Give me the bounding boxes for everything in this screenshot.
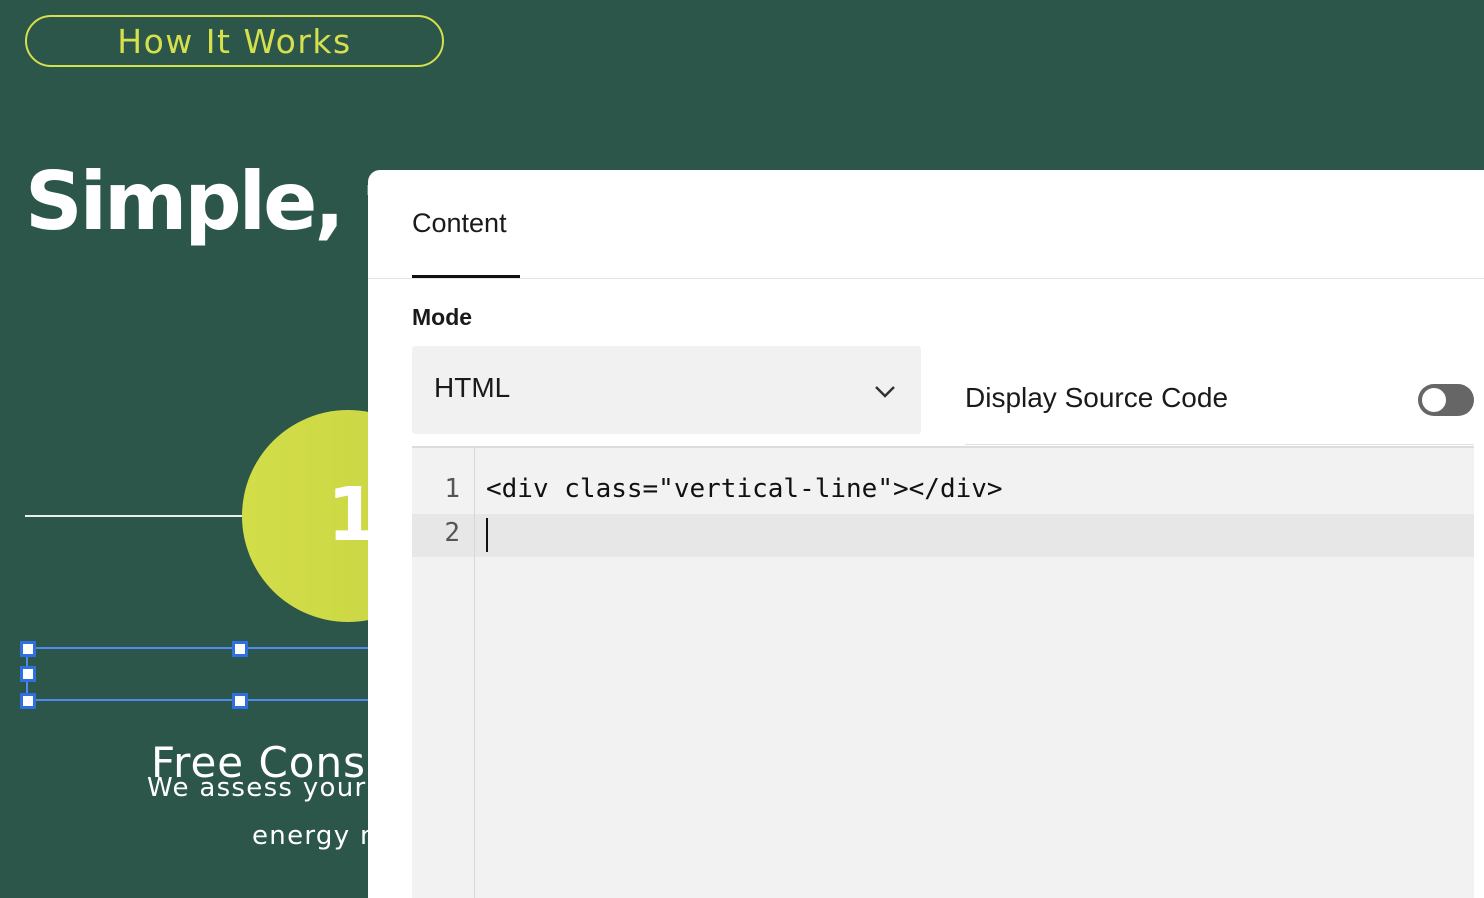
tab-divider bbox=[368, 278, 1484, 279]
resize-handle-top-left[interactable] bbox=[20, 641, 36, 657]
toggle-knob bbox=[1422, 388, 1446, 412]
chevron-down-icon bbox=[875, 386, 895, 398]
mode-label: Mode bbox=[412, 304, 473, 330]
resize-handle-bottom[interactable] bbox=[232, 693, 248, 709]
line-number: 1 bbox=[444, 474, 460, 504]
step-description: We assess your bbox=[147, 773, 367, 803]
how-it-works-pill: How It Works bbox=[25, 15, 444, 67]
display-source-code-toggle[interactable] bbox=[1418, 384, 1474, 416]
selection-bottom-edge bbox=[27, 699, 368, 701]
step-connector-line bbox=[25, 515, 255, 517]
active-line-highlight bbox=[412, 514, 1474, 557]
toggle-divider bbox=[965, 444, 1474, 445]
display-source-code-label: Display Source Code bbox=[965, 382, 1229, 413]
line-number: 2 bbox=[444, 518, 460, 548]
resize-handle-top[interactable] bbox=[232, 641, 248, 657]
line-number-gutter bbox=[412, 448, 475, 898]
code-editor[interactable]: 1 2 <div class="vertical-line"></div> bbox=[412, 446, 1474, 898]
code-block-editor-panel: Content Mode HTML Display Source Code 1 … bbox=[368, 170, 1484, 898]
selection-top-edge bbox=[27, 647, 368, 649]
mode-select[interactable]: HTML bbox=[412, 346, 921, 434]
resize-handle-bottom-left[interactable] bbox=[20, 693, 36, 709]
text-cursor bbox=[486, 518, 488, 552]
mode-select-value: HTML bbox=[434, 372, 511, 403]
code-line[interactable]: <div class="vertical-line"></div> bbox=[486, 474, 1003, 504]
tab-content[interactable]: Content bbox=[412, 208, 507, 239]
step-description-continued: energy n bbox=[252, 821, 378, 851]
resize-handle-left[interactable] bbox=[20, 666, 36, 682]
